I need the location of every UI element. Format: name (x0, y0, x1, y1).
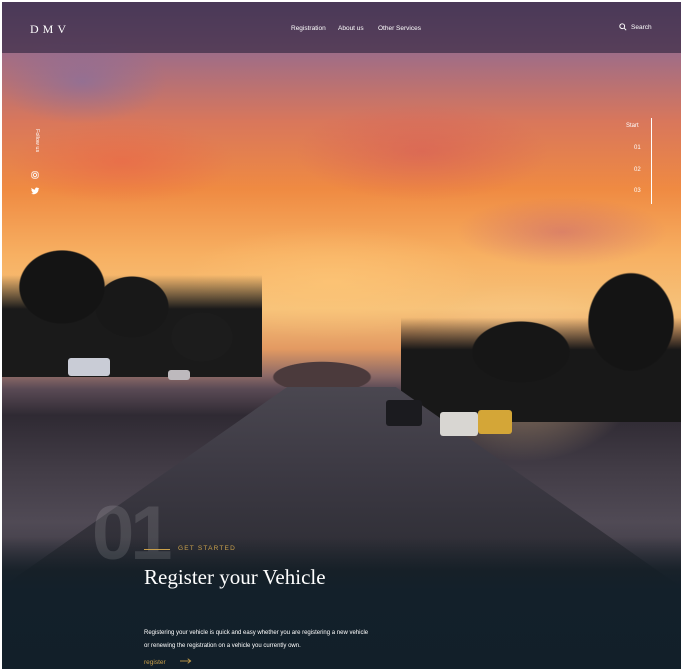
car (440, 412, 478, 436)
distant-hill (252, 347, 402, 387)
nav-registration[interactable]: Registration (291, 25, 326, 32)
car (478, 410, 512, 434)
car (386, 400, 422, 426)
page-frame: DMV Registration About us Other Services… (2, 2, 681, 669)
twitter-icon[interactable] (31, 182, 40, 200)
car (68, 358, 110, 376)
nav-other-services[interactable]: Other Services (378, 25, 421, 32)
hero-description: Registering your vehicle is quick and ea… (144, 630, 369, 649)
nav-about-us[interactable]: About us (338, 25, 364, 32)
hero-headline: Register your Vehicle (144, 565, 326, 589)
register-label: register (144, 658, 166, 666)
eyebrow-label: GET STARTED (178, 545, 236, 552)
car (168, 370, 190, 380)
logo[interactable]: DMV (30, 22, 70, 37)
search-icon (619, 23, 627, 31)
search-label: Search (631, 23, 652, 31)
search-button[interactable]: Search (619, 23, 652, 31)
step-03[interactable]: 03 (634, 188, 641, 194)
trees-left (2, 207, 262, 377)
step-01[interactable]: 01 (634, 145, 641, 151)
register-link[interactable]: register (144, 658, 192, 666)
follow-us-label: Follow us (34, 129, 40, 153)
eyebrow-divider (144, 549, 170, 550)
top-navigation-bar: DMV Registration About us Other Services… (2, 2, 681, 53)
step-start[interactable]: Start (626, 123, 639, 129)
arrow-right-icon (179, 658, 192, 666)
step-02[interactable]: 02 (634, 167, 641, 173)
step-indicator-line (651, 118, 652, 204)
trees-right (401, 232, 681, 422)
